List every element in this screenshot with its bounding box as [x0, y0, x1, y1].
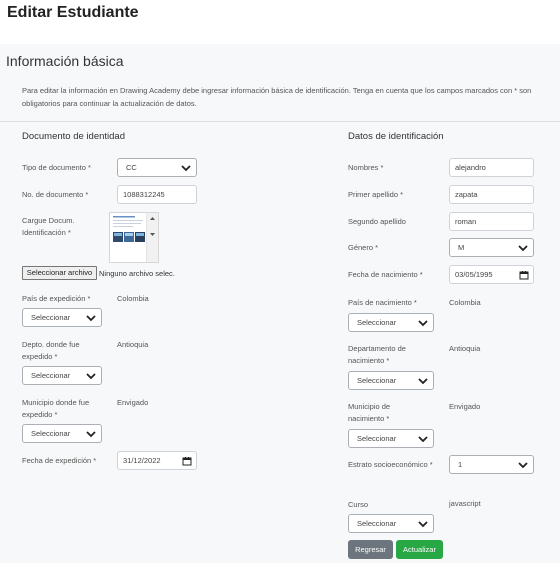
update-button[interactable]: Actualizar	[396, 540, 443, 559]
birth-dept-select[interactable]: Seleccionar	[348, 371, 434, 390]
document-thumbnail	[109, 212, 159, 263]
doc-number-label: No. de documento *	[22, 190, 89, 199]
issue-dept-select-label: Seleccionar	[31, 371, 71, 380]
calendar-icon[interactable]	[182, 456, 192, 466]
issue-dept-label: Depto. donde fue expedido *	[22, 340, 80, 361]
birth-municipality-select[interactable]: Seleccionar	[348, 429, 434, 448]
course-label: Curso	[348, 500, 369, 509]
first-surname-label: Primer apellido *	[348, 190, 404, 199]
gender-select[interactable]: M	[449, 238, 534, 257]
chevron-down-icon	[86, 315, 96, 322]
page-title: Editar Estudiante	[7, 4, 139, 21]
birth-country-label: País de nacimiento *	[348, 298, 417, 307]
back-button[interactable]: Regresar	[348, 540, 393, 559]
socioeconomic-label: Estrato socioeconómico *	[348, 460, 433, 469]
second-surname-input[interactable]: roman	[449, 212, 534, 231]
section-title: Información básica	[6, 53, 124, 69]
issue-municipality-select[interactable]: Seleccionar	[22, 424, 102, 443]
issue-country-select[interactable]: Seleccionar	[22, 308, 102, 327]
issue-country-select-label: Seleccionar	[31, 313, 71, 322]
first-name-label: Nombres *	[348, 163, 384, 172]
issue-date-label: Fecha de expedición *	[22, 456, 97, 465]
document-preview-icon	[110, 213, 148, 262]
first-surname-input[interactable]: zapata	[449, 185, 534, 204]
intro-text: Para editar la información en Drawing Ac…	[22, 86, 532, 108]
issue-dept-select[interactable]: Seleccionar	[22, 366, 102, 385]
second-surname-label: Segundo apellido	[348, 217, 406, 226]
birth-date-label: Fecha de nacimiento *	[348, 270, 423, 279]
doc-type-value: CC	[126, 163, 137, 172]
gender-label: Género *	[348, 243, 379, 252]
birth-date-input[interactable]: 03/05/1995	[449, 265, 534, 284]
doc-type-select[interactable]: CC	[117, 158, 197, 177]
birth-dept-current: Antioquia	[449, 344, 481, 353]
birth-municipality-current: Envigado	[449, 402, 481, 411]
issue-date-input[interactable]: 31/12/2022	[117, 451, 197, 470]
birth-municipality-label: Municipio de nacimiento *	[348, 402, 391, 423]
page-header: Editar Estudiante	[0, 0, 560, 44]
chevron-down-icon	[418, 436, 428, 443]
calendar-icon[interactable]	[519, 270, 529, 280]
chevron-down-icon	[418, 521, 428, 528]
identity-doc-title: Documento de identidad	[22, 131, 125, 142]
issue-municipality-label: Municipio donde fue expedido *	[22, 398, 90, 419]
scroll-arrows-icon	[150, 217, 155, 236]
issue-dept-current: Antioquia	[117, 340, 149, 349]
birth-country-current: Colombia	[449, 298, 481, 307]
choose-file-button[interactable]: Seleccionar archivo	[22, 266, 97, 280]
chevron-down-icon	[418, 320, 428, 327]
identification-data-title: Datos de identificación	[348, 131, 444, 142]
file-status: Ninguno archivo selec.	[99, 269, 175, 278]
upload-label: Cargue Docum. Identificación *	[22, 216, 75, 237]
issue-municipality-select-label: Seleccionar	[31, 429, 71, 438]
socioeconomic-select[interactable]: 1	[449, 455, 534, 474]
gender-value: M	[458, 243, 465, 252]
course-select-label: Seleccionar	[357, 519, 397, 528]
chevron-down-icon	[86, 431, 96, 438]
issue-country-label: País de expedición *	[22, 294, 91, 303]
birth-date-value: 03/05/1995	[455, 270, 493, 279]
birth-dept-label: Departamento de nacimiento *	[348, 344, 406, 365]
birth-country-select[interactable]: Seleccionar	[348, 313, 434, 332]
doc-type-label: Tipo de documento *	[22, 163, 91, 172]
doc-number-input[interactable]: 1088312245	[117, 185, 197, 204]
chevron-down-icon	[518, 245, 528, 252]
divider	[0, 121, 560, 122]
birth-municipality-select-label: Seleccionar	[357, 434, 397, 443]
socioeconomic-value: 1	[458, 460, 463, 469]
thumbnail-scrollbar[interactable]	[146, 213, 158, 262]
chevron-down-icon	[181, 165, 191, 172]
chevron-down-icon	[518, 462, 528, 469]
issue-date-value: 31/12/2022	[123, 456, 161, 465]
course-select[interactable]: Seleccionar	[348, 514, 434, 533]
issue-country-current: Colombia	[117, 294, 149, 303]
birth-dept-select-label: Seleccionar	[357, 376, 397, 385]
chevron-down-icon	[86, 373, 96, 380]
first-name-input[interactable]: alejandro	[449, 158, 534, 177]
course-current: javascript	[449, 499, 481, 508]
issue-municipality-current: Envigado	[117, 398, 149, 407]
chevron-down-icon	[418, 378, 428, 385]
birth-country-select-label: Seleccionar	[357, 318, 397, 327]
